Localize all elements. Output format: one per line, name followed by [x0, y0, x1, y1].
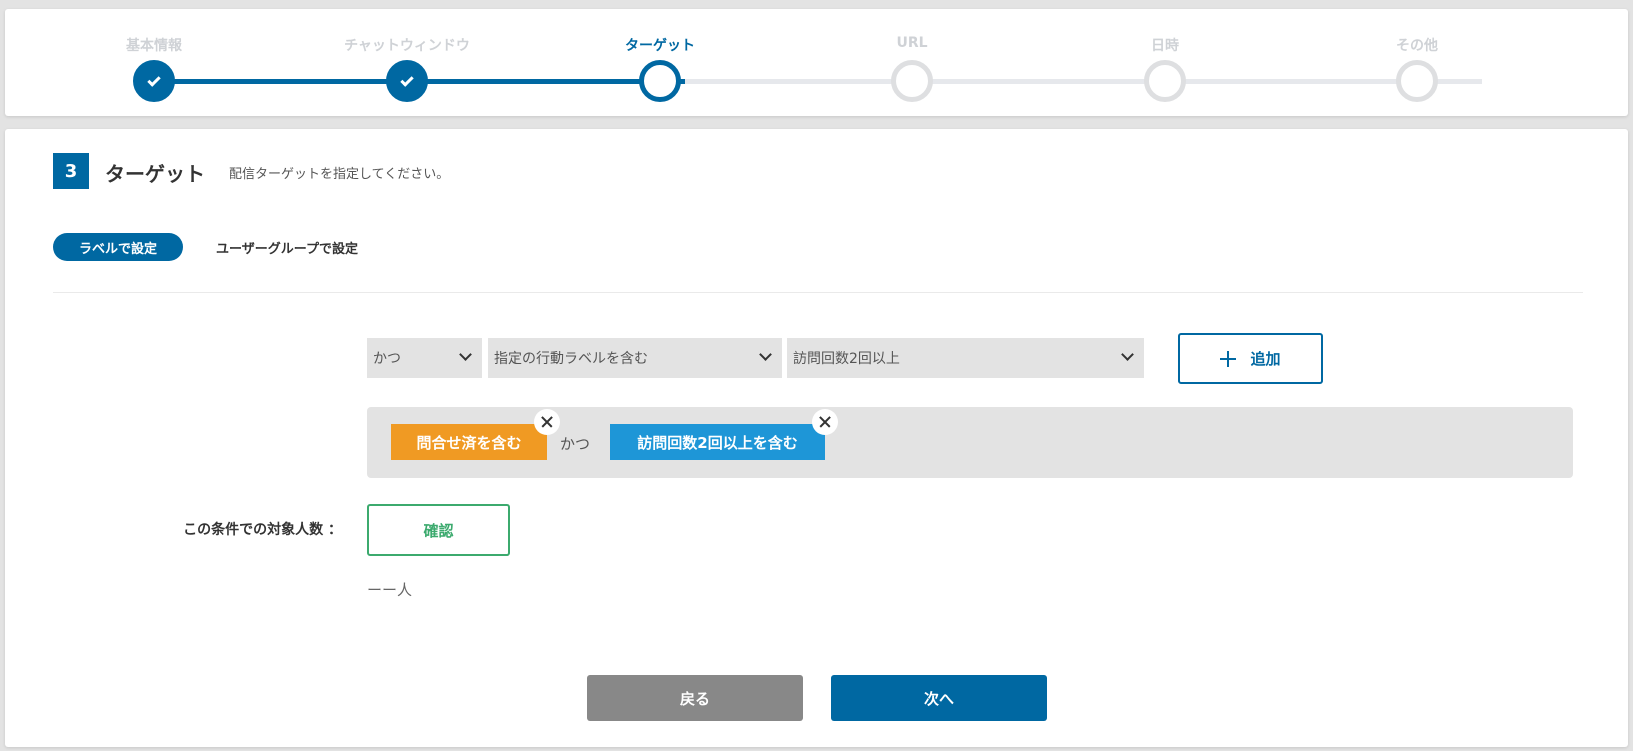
section-description: 配信ターゲットを指定してください。	[229, 167, 450, 182]
step-label: 基本情報	[126, 38, 182, 54]
step-label: その他	[1396, 38, 1438, 54]
step-pending-circle	[1396, 60, 1438, 102]
divider	[53, 292, 1583, 293]
confirm-button[interactable]: 確認	[367, 504, 510, 556]
step-label: URL	[896, 35, 928, 51]
chevron-down-icon	[759, 348, 772, 361]
section-number-badge: 3	[53, 153, 89, 189]
page-title: ターゲット	[105, 162, 205, 186]
condition-chip: 訪問回数2回以上を含む	[610, 409, 838, 460]
add-condition-button[interactable]: 追加	[1178, 333, 1323, 384]
step-complete-circle	[133, 60, 175, 102]
chevron-down-icon	[459, 348, 472, 361]
check-icon	[147, 72, 161, 87]
next-button[interactable]: 次へ	[831, 675, 1047, 721]
operator-select-value: かつ	[373, 351, 401, 367]
check-icon	[400, 72, 414, 87]
target-count-value: ーー人	[367, 581, 413, 599]
chevron-down-icon	[1121, 348, 1134, 361]
close-icon[interactable]	[534, 409, 560, 435]
plus-icon	[1220, 350, 1237, 367]
label-select[interactable]: 訪問回数2回以上	[787, 338, 1144, 378]
back-button[interactable]: 戻る	[587, 675, 803, 721]
close-icon[interactable]	[812, 409, 838, 435]
condition-select-value: 指定の行動ラベルを含む	[494, 351, 648, 367]
add-button-label: 追加	[1250, 350, 1281, 368]
chip-connector: かつ	[560, 435, 591, 453]
target-settings-panel: 3 ターゲット 配信ターゲットを指定してください。 ラベルで設定 ユーザーグルー…	[5, 129, 1628, 747]
chip-label: 問合せ済を含む	[416, 433, 522, 452]
condition-chip: 問合せ済を含む	[391, 409, 560, 460]
step-current-circle	[639, 60, 681, 102]
target-count-label: この条件での対象人数 ：	[183, 522, 342, 538]
step-label: 日時	[1151, 38, 1179, 54]
operator-select[interactable]: かつ	[367, 338, 482, 378]
selected-conditions-area: 問合せ済を含む かつ 訪問回数2回以上を含む	[367, 407, 1573, 478]
label-select-value: 訪問回数2回以上	[793, 351, 900, 367]
step-label: チャットウィンドウ	[344, 38, 470, 54]
progress-stepper: 基本情報 チャットウィンドウ ターゲット URL 日時 その他	[5, 9, 1628, 116]
step-complete-circle	[386, 60, 428, 102]
step-pending-circle	[1144, 60, 1186, 102]
condition-select[interactable]: 指定の行動ラベルを含む	[488, 338, 782, 378]
chip-label: 訪問回数2回以上を含む	[637, 433, 798, 452]
step-pending-circle	[891, 60, 933, 102]
step-label: ターゲット	[625, 38, 695, 54]
tab-label-setting[interactable]: ラベルで設定	[53, 233, 183, 261]
tab-user-group-setting[interactable]: ユーザーグループで設定	[216, 238, 358, 257]
